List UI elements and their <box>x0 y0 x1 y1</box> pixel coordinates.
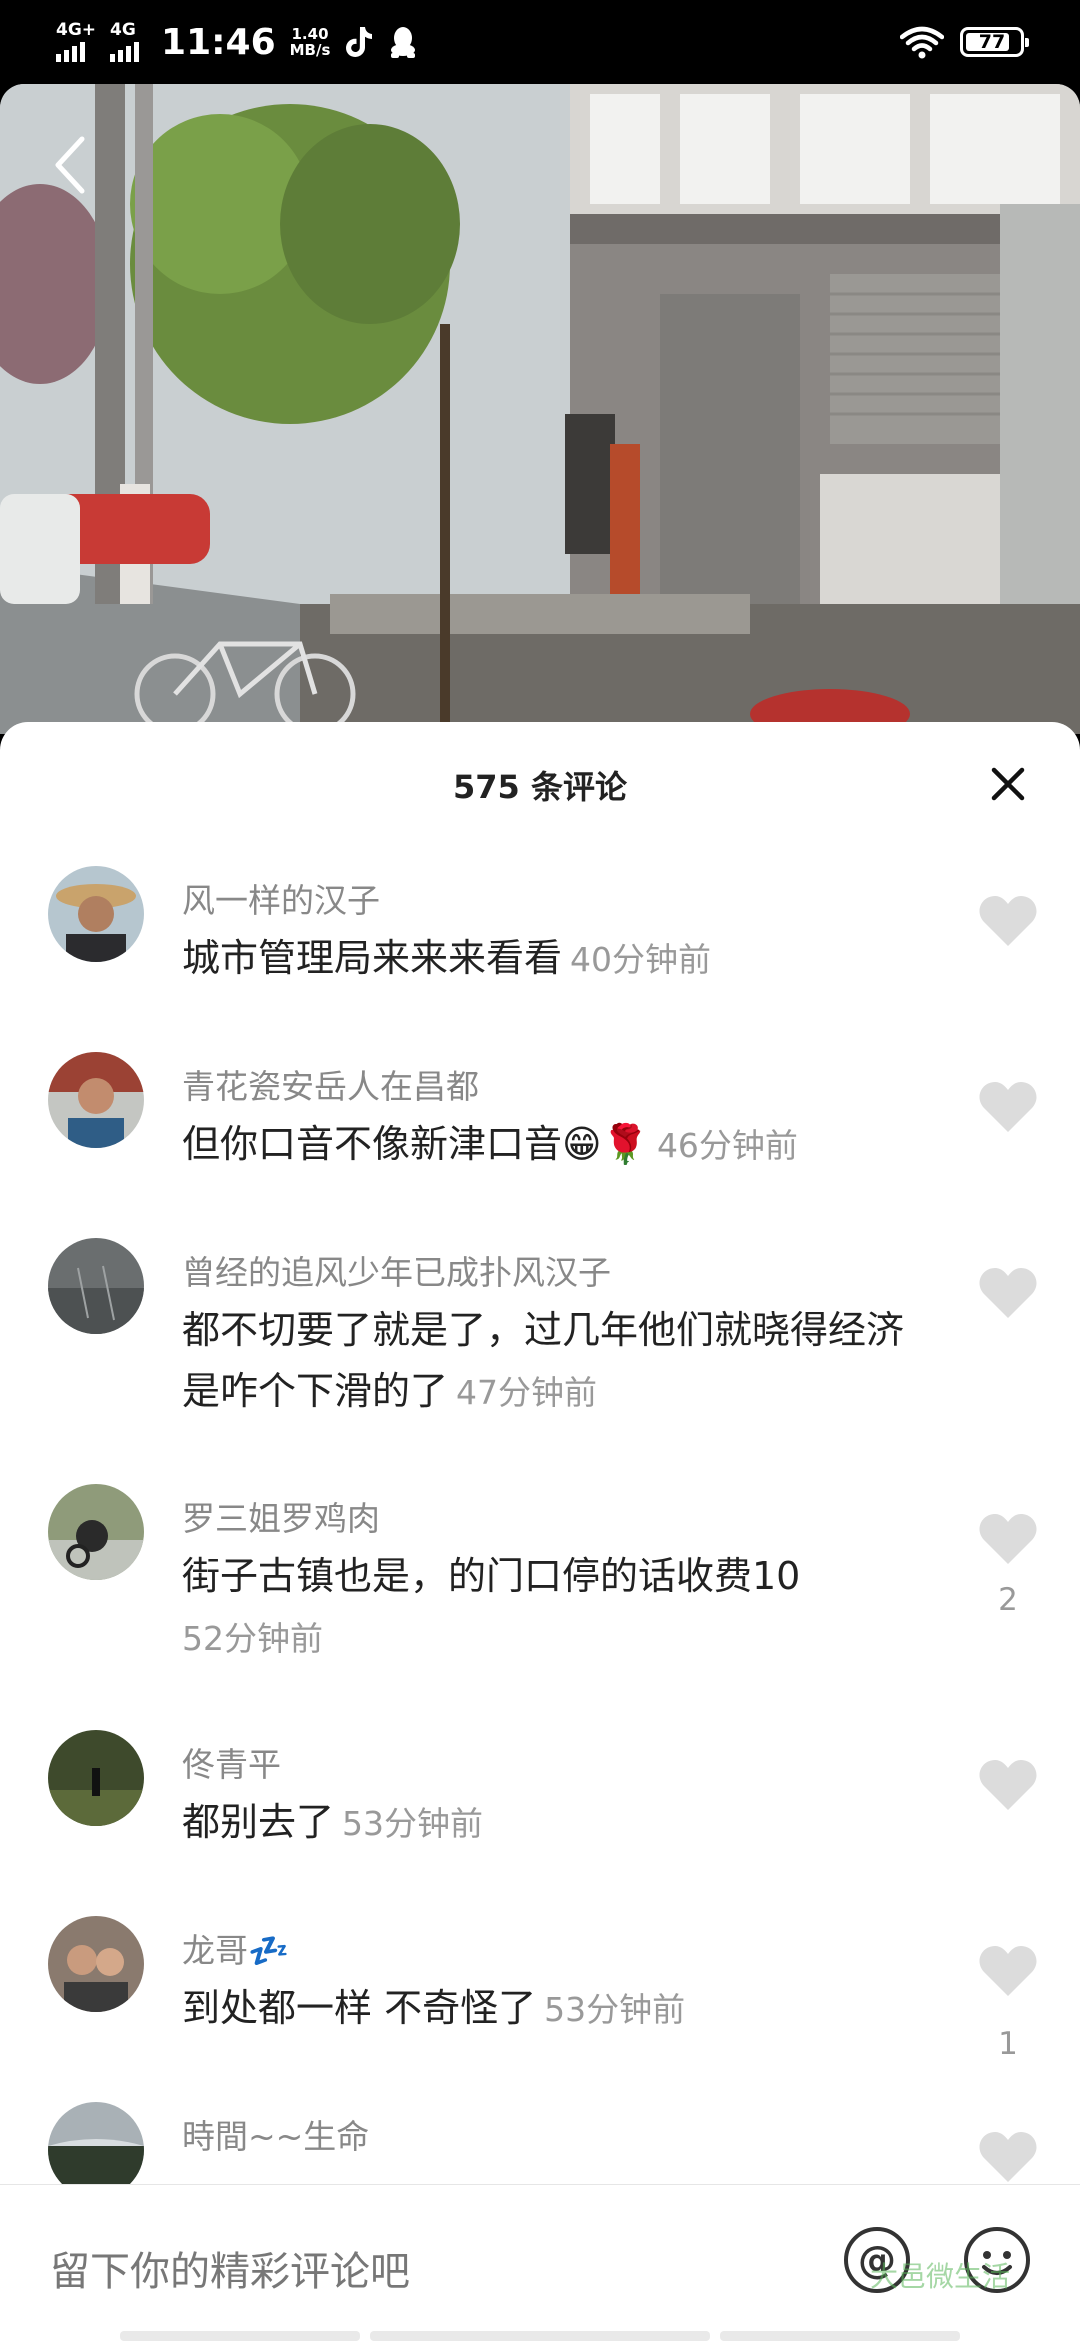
status-right: 77 <box>900 25 1029 59</box>
signal-icon-2: 4G <box>110 20 140 62</box>
heart-icon <box>979 2132 1037 2182</box>
street-scene-image <box>0 84 1080 734</box>
heart-icon <box>979 896 1037 946</box>
like-button[interactable] <box>978 1944 1038 1998</box>
net-speed-unit: MB/s <box>289 41 331 59</box>
heart-icon <box>979 1946 1037 1996</box>
signal-icon: 4G+ <box>56 22 96 62</box>
comment-body: 街子古镇也是，的门口停的话收费10 <box>182 1554 801 1598</box>
avatar[interactable] <box>48 1730 144 1826</box>
clock: 11:46 <box>161 21 276 63</box>
qq-icon <box>391 27 416 58</box>
comment-input[interactable]: 留下你的精彩评论吧 <box>50 2239 410 2297</box>
comment-body: 但你口音不像新津口音😁🌹 <box>182 1122 649 1166</box>
network-type-2: 4G <box>110 20 136 40</box>
heart-icon <box>979 1514 1037 1564</box>
comment-author[interactable]: 罗三姐罗鸡肉 <box>182 1492 380 1540</box>
comment-body: 城市管理局来来来看看 <box>182 936 563 980</box>
comments-count-title: 575 条评论 <box>453 768 627 806</box>
comment-text: 街子古镇也是，的门口停的话收费10 52分钟前 <box>182 1546 922 1669</box>
avatar[interactable] <box>48 1052 144 1148</box>
comment-text: 但你口音不像新津口音😁🌹 46分钟前 <box>182 1114 922 1176</box>
comment-author[interactable]: 青花瓷安岳人在昌都 <box>182 1060 479 1108</box>
like-button[interactable] <box>978 1266 1038 1320</box>
comment-time: 46分钟前 <box>656 1126 798 1165</box>
comment-body: 都别去了 <box>182 1800 335 1844</box>
battery-icon: 77 <box>960 27 1029 57</box>
comments-sheet: 575 条评论 风一样的汉子 城市管理局来来来看看 40分钟前 青花瓷安岳人在昌… <box>0 722 1080 2340</box>
network-type-1: 4G+ <box>56 20 97 40</box>
comment-item[interactable]: 龙哥💤 到处都一样 不奇怪了 53分钟前 1 <box>0 1916 1080 2066</box>
chevron-left-icon <box>55 136 85 194</box>
net-speed-value: 1.40 <box>291 25 329 43</box>
comment-body: 到处都一样 不奇怪了 <box>182 1986 537 2030</box>
avatar[interactable] <box>48 1916 144 2012</box>
comment-author[interactable]: 佟青平 <box>182 1738 281 1786</box>
comment-item[interactable]: 风一样的汉子 城市管理局来来来看看 40分钟前 <box>0 866 1080 1016</box>
comment-time: 47分钟前 <box>456 1373 598 1412</box>
comment-item[interactable]: 青花瓷安岳人在昌都 但你口音不像新津口音😁🌹 46分钟前 <box>0 1052 1080 1202</box>
like-button[interactable] <box>978 894 1038 948</box>
close-button[interactable] <box>986 762 1030 806</box>
comment-text: 都不切要了就是了，过几年他们就晓得经济是咋个下滑的了 47分钟前 <box>182 1300 922 1423</box>
close-icon <box>991 767 1025 801</box>
avatar[interactable] <box>48 1484 144 1580</box>
comment-text: 都别去了 53分钟前 <box>182 1792 922 1854</box>
comment-author[interactable]: 時間~~生命 <box>182 2110 369 2158</box>
wifi-icon <box>900 26 944 59</box>
comment-time: 53分钟前 <box>342 1804 484 1843</box>
like-button[interactable] <box>978 1080 1038 1134</box>
comments-header: 575 条评论 <box>0 722 1080 842</box>
video-preview[interactable] <box>0 84 1080 734</box>
heart-icon <box>979 1268 1037 1318</box>
battery-level: 77 <box>978 31 1006 53</box>
comment-author[interactable]: 龙哥💤 <box>182 1924 289 1972</box>
status-left: 4G+ 4G 11:46 1.40 MB/s <box>56 22 418 63</box>
comment-item[interactable]: 佟青平 都别去了 53分钟前 <box>0 1730 1080 1880</box>
comment-time: 40分钟前 <box>570 940 712 979</box>
comment-item[interactable]: 曾经的追风少年已成扑风汉子 都不切要了就是了，过几年他们就晓得经济是咋个下滑的了… <box>0 1238 1080 1448</box>
like-count: 1 <box>998 2026 1018 2062</box>
watermark: 大邑微生活 <box>870 2260 1011 2293</box>
comment-author[interactable]: 风一样的汉子 <box>182 874 380 922</box>
comment-time: 52分钟前 <box>182 1619 323 1658</box>
comment-item[interactable]: 罗三姐罗鸡肉 街子古镇也是，的门口停的话收费10 52分钟前 2 <box>0 1484 1080 1694</box>
net-speed: 1.40 MB/s <box>290 26 331 58</box>
like-button[interactable] <box>978 2130 1038 2184</box>
comment-text: 城市管理局来来来看看 40分钟前 <box>182 928 922 990</box>
tiktok-icon <box>346 27 373 57</box>
avatar[interactable] <box>48 1238 144 1334</box>
like-count: 2 <box>998 1582 1018 1618</box>
comment-text: 到处都一样 不奇怪了 53分钟前 <box>182 1978 922 2040</box>
avatar[interactable] <box>48 866 144 962</box>
comment-author[interactable]: 曾经的追风少年已成扑风汉子 <box>182 1246 611 1294</box>
heart-icon <box>979 1760 1037 1810</box>
like-button[interactable] <box>978 1758 1038 1812</box>
comment-time: 53分钟前 <box>544 1990 686 2029</box>
back-button[interactable] <box>44 130 96 200</box>
status-bar: 4G+ 4G 11:46 1.40 MB/s 77 <box>0 0 1080 84</box>
comment-input-bar: 留下你的精彩评论吧 @ 大邑微生活 <box>0 2184 1080 2341</box>
like-button[interactable] <box>978 1512 1038 1566</box>
heart-icon <box>979 1082 1037 1132</box>
